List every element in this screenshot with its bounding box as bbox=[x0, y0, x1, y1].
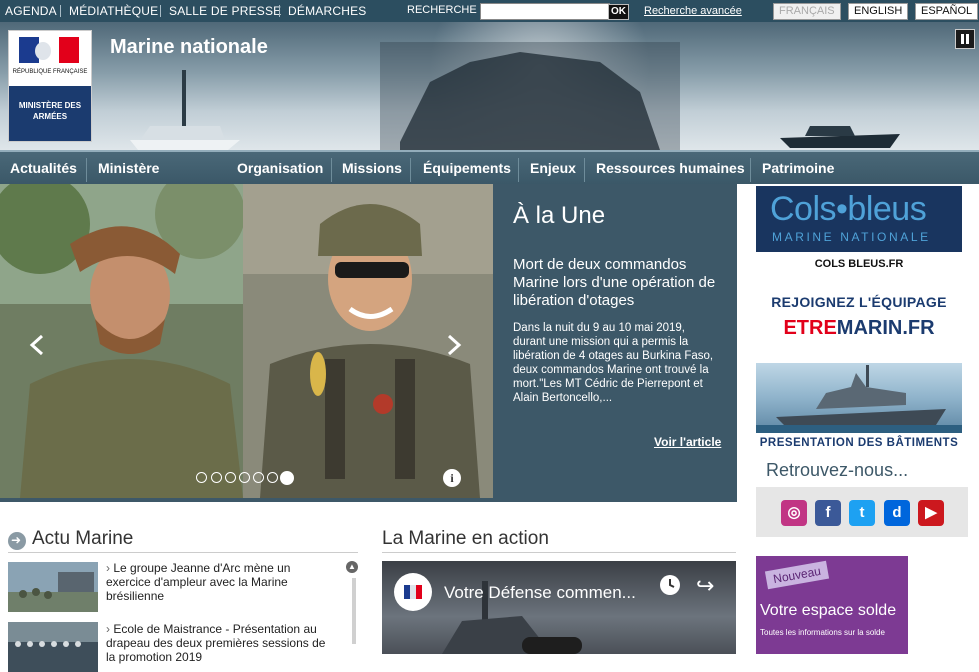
warship-image bbox=[756, 365, 962, 433]
link-salle-de-presse[interactable]: SALLE DE PRESSE bbox=[169, 4, 281, 18]
main-nav: Actualités Ministère Organisation Missio… bbox=[0, 150, 979, 184]
cols-bleus-subtitle: MARINE NATIONALE bbox=[772, 230, 931, 244]
top-bar: AGENDA MÉDIATHÈQUE SALLE DE PRESSE DÉMAR… bbox=[0, 0, 979, 22]
carousel-prev-icon[interactable] bbox=[27, 334, 49, 356]
carousel-dot[interactable] bbox=[267, 472, 278, 483]
etremarin-part-b: MARIN.FR bbox=[836, 317, 935, 339]
video-title[interactable]: Votre Défense commen... bbox=[444, 583, 636, 603]
carousel-dot[interactable] bbox=[196, 472, 207, 483]
scroll-up-icon[interactable]: ▲ bbox=[346, 561, 358, 573]
anchor-flag-icon bbox=[404, 585, 422, 599]
divider bbox=[8, 552, 358, 553]
news-thumbnail[interactable] bbox=[8, 622, 98, 672]
news-thumbnail[interactable] bbox=[8, 562, 98, 612]
video-player[interactable]: Votre Défense commen... ↪ bbox=[382, 561, 736, 654]
carousel-dot-active[interactable] bbox=[280, 471, 294, 485]
video-thumbnail bbox=[442, 581, 582, 654]
header-banner: RÉPUBLIQUE FRANÇAISE MINISTÈRE DES ARMÉE… bbox=[0, 22, 979, 150]
arrow-circle-icon bbox=[8, 532, 26, 550]
carousel-dot[interactable] bbox=[253, 472, 264, 483]
voir-article-link[interactable]: Voir l'article bbox=[654, 435, 721, 449]
nav-separator bbox=[750, 158, 751, 182]
carousel-dot[interactable] bbox=[225, 472, 236, 483]
hero-carousel: i À la Une Mort de deux commandos Marine… bbox=[0, 184, 737, 502]
nav-separator bbox=[584, 158, 585, 182]
share-icon[interactable]: ↪ bbox=[696, 573, 714, 599]
espace-solde-subtitle: Toutes les informations sur la solde bbox=[760, 628, 885, 637]
link-agenda[interactable]: AGENDA bbox=[5, 4, 57, 18]
facebook-icon[interactable]: f bbox=[815, 500, 841, 526]
youtube-icon[interactable]: ▶ bbox=[918, 500, 944, 526]
scrollbar[interactable] bbox=[352, 578, 356, 644]
advanced-search-link[interactable]: Recherche avancée bbox=[644, 5, 742, 17]
marianne-flag-icon bbox=[19, 37, 79, 63]
nav-item-equipements[interactable]: Équipements bbox=[423, 160, 511, 176]
nav-separator bbox=[410, 158, 411, 182]
nav-item-ministere[interactable]: Ministère bbox=[98, 160, 159, 176]
divider bbox=[382, 552, 736, 553]
search-input[interactable] bbox=[480, 3, 610, 20]
logo-ministry-name: MINISTÈRE DES ARMÉES bbox=[9, 86, 91, 141]
marine-en-action-heading: La Marine en action bbox=[382, 528, 549, 549]
lang-espanol[interactable]: ESPAÑOL bbox=[915, 3, 979, 20]
ministry-logo[interactable]: RÉPUBLIQUE FRANÇAISE MINISTÈRE DES ARMÉE… bbox=[8, 30, 92, 142]
a-la-une-summary: Dans la nuit du 9 au 10 mai 2019, durant… bbox=[513, 322, 714, 404]
link-demarches[interactable]: DÉMARCHES bbox=[288, 4, 366, 18]
nav-separator bbox=[518, 158, 519, 182]
watch-later-icon[interactable] bbox=[660, 575, 680, 595]
nav-separator bbox=[86, 158, 87, 182]
carousel-dot[interactable] bbox=[211, 472, 222, 483]
site-title: Marine nationale bbox=[110, 36, 268, 58]
hero-photo[interactable]: i bbox=[0, 184, 493, 498]
twitter-icon[interactable]: t bbox=[849, 500, 875, 526]
ships-presentation-link[interactable]: PRESENTATION DES BÂTIMENTS bbox=[756, 437, 962, 449]
a-la-une-heading: À la Une bbox=[513, 202, 606, 229]
dailymotion-icon[interactable]: d bbox=[884, 500, 910, 526]
a-la-une-headline[interactable]: Mort de deux commandos Marine lors d'une… bbox=[513, 256, 718, 310]
separator bbox=[279, 5, 280, 17]
instagram-icon[interactable]: ◎ bbox=[781, 500, 807, 526]
carousel-next-icon[interactable] bbox=[442, 334, 464, 356]
separator bbox=[160, 5, 161, 17]
cols-bleus-logo-text: Cols•bleus bbox=[770, 190, 927, 228]
nav-item-ressources-humaines[interactable]: Ressources humaines bbox=[596, 160, 745, 176]
nav-item-missions[interactable]: Missions bbox=[342, 160, 402, 176]
ships-banner[interactable] bbox=[756, 363, 962, 433]
lang-english[interactable]: ENGLISH bbox=[848, 3, 909, 20]
separator bbox=[60, 5, 61, 17]
news-item-title[interactable]: Le groupe Jeanne d'Arc mène un exercice … bbox=[106, 561, 331, 603]
cols-bleus-banner[interactable]: Cols•bleus MARINE NATIONALE bbox=[756, 186, 962, 252]
link-mediatheque[interactable]: MÉDIATHÈQUE bbox=[69, 4, 158, 18]
info-icon[interactable]: i bbox=[443, 469, 461, 487]
nav-item-actualites[interactable]: Actualités bbox=[10, 160, 77, 176]
nav-separator bbox=[331, 158, 332, 182]
a-la-une-panel: À la Une Mort de deux commandos Marine l… bbox=[493, 184, 736, 502]
nouveau-badge: Nouveau bbox=[764, 560, 830, 590]
nav-item-organisation[interactable]: Organisation bbox=[237, 160, 323, 176]
hero-photo-image bbox=[0, 184, 493, 498]
search-label: RECHERCHE bbox=[407, 4, 477, 16]
actu-marine-heading[interactable]: Actu Marine bbox=[32, 528, 133, 550]
lang-francais[interactable]: FRANÇAIS bbox=[773, 3, 841, 20]
channel-logo[interactable] bbox=[394, 573, 432, 611]
espace-solde-banner[interactable]: Nouveau Votre espace solde Toutes les in… bbox=[756, 556, 908, 654]
search-submit-button[interactable]: OK bbox=[608, 4, 629, 20]
logo-republique: RÉPUBLIQUE FRANÇAISE bbox=[12, 69, 88, 75]
cols-bleus-link[interactable]: COLS BLEUS.FR bbox=[756, 258, 962, 270]
etremarin-part-a: ETRE bbox=[783, 317, 837, 339]
nav-item-enjeux[interactable]: Enjeux bbox=[530, 160, 576, 176]
etremarin-link[interactable]: ETREMARIN.FR bbox=[756, 317, 962, 340]
news-item-title[interactable]: Ecole de Maistrance - Présentation au dr… bbox=[106, 622, 331, 664]
carousel-dot[interactable] bbox=[239, 472, 250, 483]
espace-solde-title: Votre espace solde bbox=[760, 602, 897, 619]
pause-button[interactable] bbox=[955, 29, 975, 49]
social-links: ◎ f t d ▶ bbox=[756, 487, 968, 537]
rejoignez-banner-title[interactable]: REJOIGNEZ L'ÉQUIPAGE bbox=[756, 294, 962, 310]
nav-item-patrimoine[interactable]: Patrimoine bbox=[762, 160, 834, 176]
retrouvez-nous-heading: Retrouvez-nous... bbox=[766, 460, 909, 480]
